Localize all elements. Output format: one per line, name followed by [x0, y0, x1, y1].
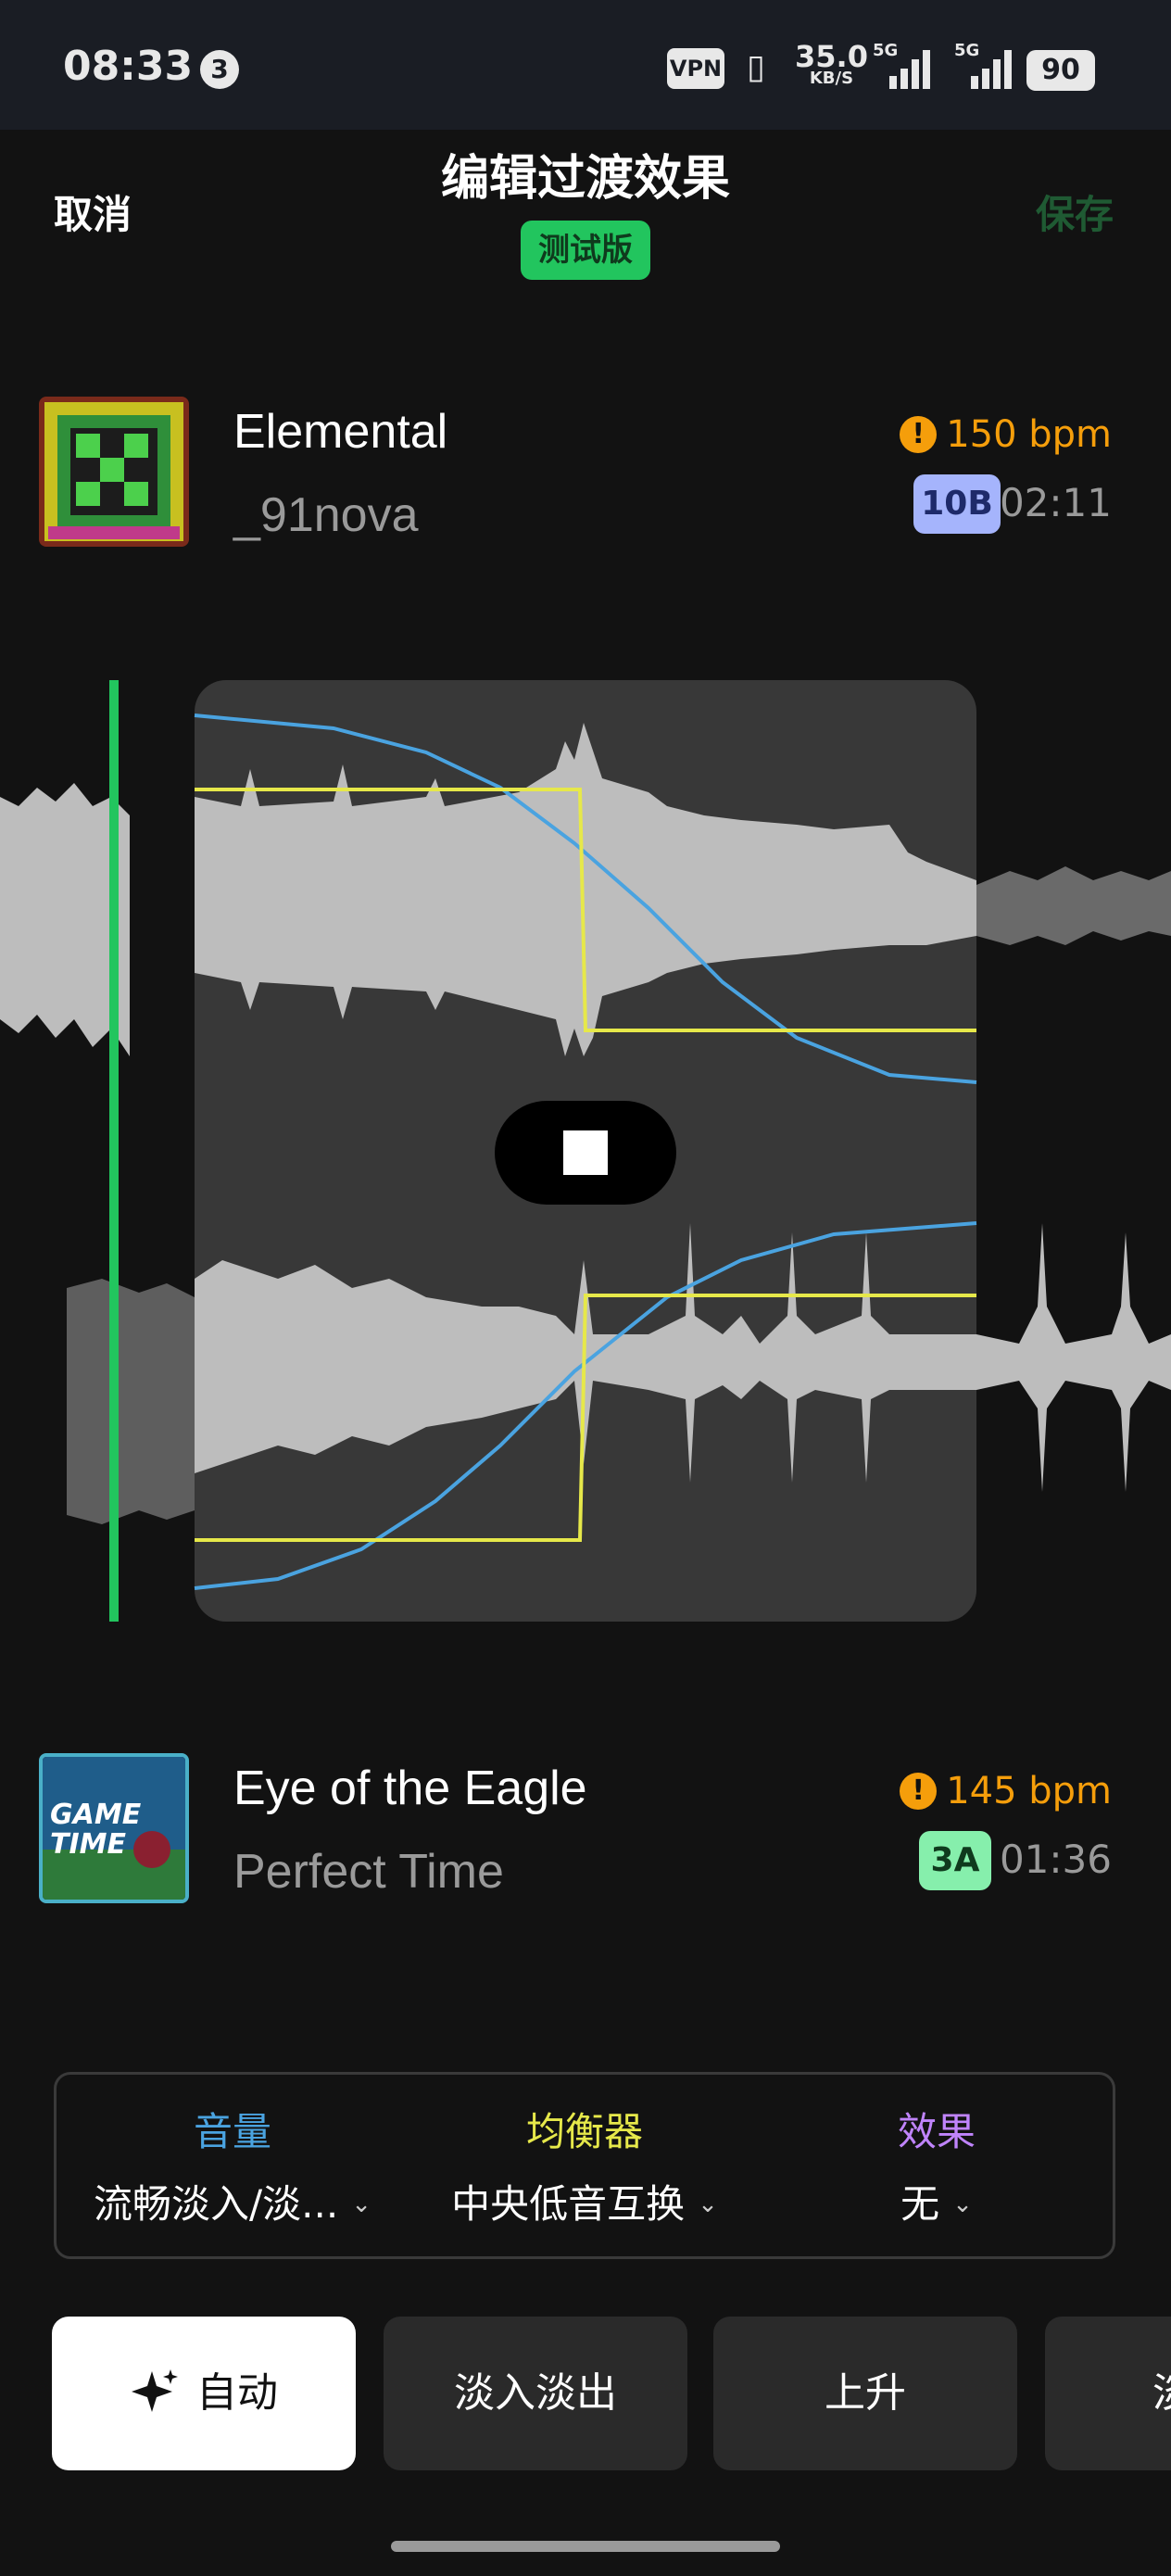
transition-waveform-editor[interactable]	[0, 667, 1171, 1640]
track-to-bpm: ! 145 bpm	[900, 1770, 1112, 1812]
tab-effects-label[interactable]: 效果	[761, 2101, 1113, 2157]
track-to-key-badge: 3A	[919, 1831, 991, 1890]
track-to-artist: Perfect Time	[233, 1845, 504, 1899]
chevron-down-icon: ⌄	[698, 2191, 718, 2218]
preset-auto-button[interactable]: 自动	[52, 2317, 356, 2470]
tab-volume-label[interactable]: 音量	[57, 2101, 409, 2157]
tab-volume-value: 流畅淡入/淡...	[94, 2181, 339, 2227]
battery-icon: 90	[1026, 50, 1095, 91]
tab-eq-dropdown[interactable]: 中央低音互换 ⌄	[409, 2173, 761, 2229]
waveform-from-right	[976, 866, 1171, 945]
signal-net-label: 5G	[873, 41, 898, 60]
svg-text:GAME: GAME	[50, 1799, 142, 1831]
waveform-to-right	[976, 1223, 1171, 1492]
status-bar: 08:33 3 VPN ▯ 35.0 KB/S 5G 5G 90	[0, 0, 1171, 130]
network-speed: 35.0 KB/S	[795, 42, 868, 87]
signal-net-label-2: 5G	[954, 41, 979, 60]
tab-eq-label[interactable]: 均衡器	[409, 2101, 761, 2157]
warning-icon: !	[900, 416, 938, 453]
chevron-down-icon: ⌄	[952, 2191, 973, 2218]
track-to-bpm-value: 145 bpm	[946, 1770, 1112, 1812]
track-to-row: GAME TIME Eye of the Eagle Perfect Time …	[0, 1738, 1171, 1924]
signal-icon: 5G	[873, 41, 930, 89]
tab-effects-value: 无	[900, 2181, 940, 2227]
tab-effects-dropdown[interactable]: 无 ⌄	[761, 2173, 1113, 2229]
notification-count-badge: 3	[200, 50, 239, 89]
track-from-bpm-value: 150 bpm	[946, 413, 1112, 456]
waveform-to-left	[67, 1279, 195, 1524]
vibrate-icon: ▯	[747, 48, 765, 86]
sparkle-icon	[132, 2369, 178, 2412]
chevron-down-icon: ⌄	[351, 2191, 371, 2218]
preset-fade-button[interactable]: 淡入淡出	[384, 2317, 687, 2470]
status-time: 08:33	[63, 43, 194, 90]
track-from-artist: _91nova	[233, 488, 419, 542]
tab-eq-value: 中央低音互换	[451, 2181, 686, 2227]
track-to-artwork: GAME TIME	[39, 1753, 189, 1903]
save-button[interactable]: 保存	[1036, 183, 1114, 240]
warning-icon: !	[900, 1773, 938, 1810]
beta-badge: 测试版	[521, 221, 650, 280]
track-to-title: Eye of the Eagle	[233, 1762, 587, 1815]
playhead-marker[interactable]	[109, 680, 119, 1622]
track-from-bpm: ! 150 bpm	[900, 413, 1112, 456]
cancel-button[interactable]: 取消	[54, 183, 132, 240]
preset-more-button[interactable]: 淡	[1045, 2317, 1171, 2470]
vpn-icon: VPN	[667, 48, 724, 89]
stop-icon	[563, 1130, 608, 1175]
stop-button[interactable]	[495, 1101, 676, 1205]
signal-icon-2: 5G	[954, 41, 1012, 89]
track-from-artwork	[39, 397, 189, 547]
tab-volume-dropdown[interactable]: 流畅淡入/淡... ⌄	[57, 2173, 409, 2229]
track-from-title: Elemental	[233, 405, 448, 459]
track-from-duration: 02:11	[999, 480, 1112, 525]
preset-auto-label: 自动	[196, 2369, 278, 2417]
preset-rise-button[interactable]: 上升	[713, 2317, 1017, 2470]
track-to-duration: 01:36	[999, 1837, 1112, 1882]
svg-text:TIME: TIME	[50, 1828, 126, 1861]
transition-settings-panel: 音量 流畅淡入/淡... ⌄ 均衡器 中央低音互换 ⌄ 效果 无 ⌄	[54, 2072, 1115, 2259]
track-from-key-badge: 10B	[913, 474, 1001, 534]
page-title: 编辑过渡效果	[440, 151, 730, 207]
track-from-row: Elemental _91nova ! 150 bpm 10B 02:11	[0, 380, 1171, 565]
home-indicator[interactable]	[391, 2541, 780, 2552]
